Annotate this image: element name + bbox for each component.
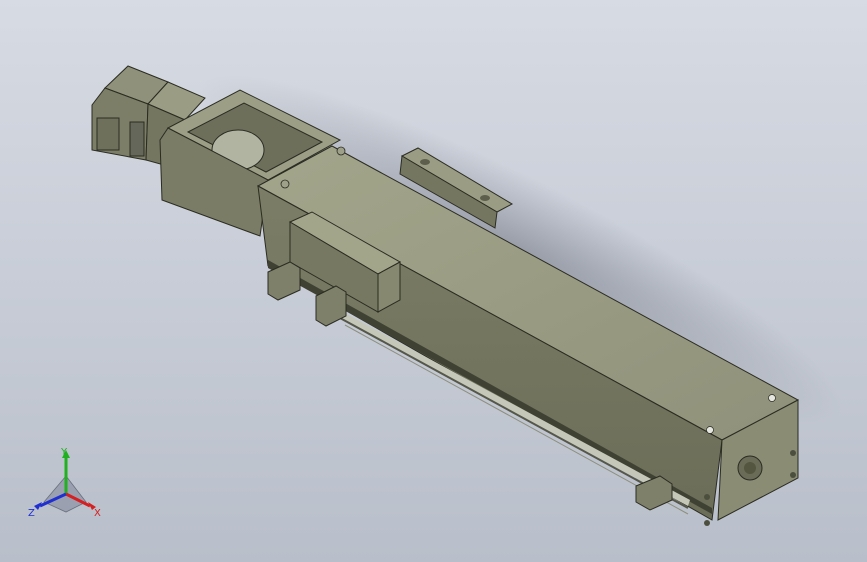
y-axis-label: Y xyxy=(60,447,68,458)
z-axis-label: Z xyxy=(28,508,35,519)
x-axis-label: X xyxy=(94,508,101,519)
linear-actuator-model[interactable] xyxy=(0,0,867,562)
graphics-viewport[interactable]: Y X Z xyxy=(0,0,867,562)
axis-triad: Y X Z xyxy=(28,447,101,519)
